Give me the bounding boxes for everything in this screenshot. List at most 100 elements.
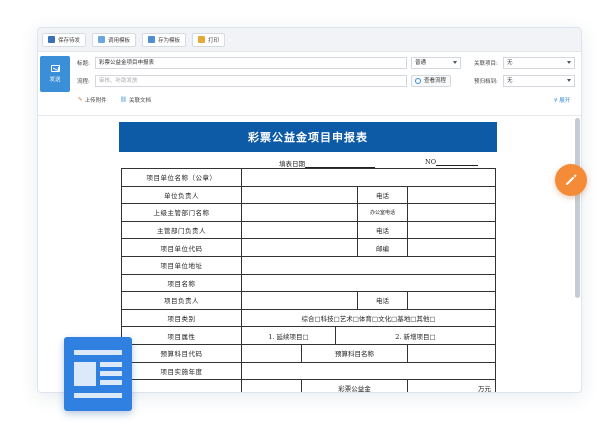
project-head-value[interactable]: [241, 291, 358, 310]
project-phone-value[interactable]: [407, 291, 496, 310]
link-icon: ⛓: [120, 97, 127, 103]
postcode-label: 邮编: [357, 238, 408, 257]
print-label: 打印: [208, 37, 220, 44]
project-category-label: 项目类别: [121, 308, 242, 328]
project-year-label: 项目实施年度: [121, 361, 242, 381]
related-doc-label: 关联文档: [128, 98, 151, 104]
budget-name-label: 预算科目名称: [301, 343, 408, 363]
print-button[interactable]: 打印: [192, 32, 226, 47]
application-table: 项目单位名称（公章） 单位负责人 电话 上级主管部门名称 办公室电话 主管部门负…: [121, 168, 496, 392]
table-row: 项目单位代码 邮编: [121, 238, 496, 257]
upload-attachment-link[interactable]: ✎ 上传附件: [78, 96, 107, 104]
funding-sub-cell: [241, 379, 302, 392]
dept-head-value[interactable]: [241, 220, 358, 240]
budget-name-value[interactable]: [407, 343, 496, 363]
priority-value: 普通: [415, 60, 427, 66]
doc-number: NO: [425, 158, 479, 166]
budget-code-value[interactable]: [241, 343, 302, 363]
save-template-icon: [148, 36, 156, 43]
office-phone-label: 办公室电话: [357, 203, 408, 222]
use-template-button[interactable]: 调用模板: [92, 32, 137, 47]
archive-value: 无: [507, 78, 513, 84]
no-label: NO: [425, 158, 437, 166]
project-attribute-label: 项目属性: [121, 326, 242, 345]
unit-head-value[interactable]: [241, 185, 358, 205]
table-row: 项目属性 1. 延续项目□ 2. 新增项目□: [121, 326, 496, 345]
save-draft-label: 保存待发: [58, 37, 81, 44]
send-label: 发送: [49, 77, 61, 83]
superior-dept-value[interactable]: [241, 203, 358, 222]
dept-phone-value[interactable]: [407, 220, 496, 240]
flow-label: 流程:: [77, 79, 90, 85]
office-phone-value[interactable]: [407, 203, 496, 222]
dept-head-label: 主管部门负责人: [121, 220, 242, 240]
send-button[interactable]: 发送: [40, 56, 70, 92]
fill-date: 填表日期: [279, 158, 375, 168]
archive-select[interactable]: 无: [503, 75, 575, 87]
table-row: 项目负责人 电话: [121, 291, 496, 310]
view-flow-button[interactable]: 查看流程: [411, 75, 452, 87]
table-row: 主管部门负责人 电话: [121, 220, 496, 240]
table-row: 项目单位地址: [121, 255, 496, 275]
table-row: 上级主管部门名称 办公室电话: [121, 203, 496, 222]
save-icon: [48, 36, 55, 43]
vertical-scrollbar[interactable]: [575, 118, 580, 298]
template-icon: [98, 36, 106, 43]
related-project-label: 关联项目:: [474, 61, 498, 67]
wan-yuan-label: 万元: [407, 379, 496, 392]
use-template-label: 调用模板: [108, 37, 131, 44]
print-icon: [198, 36, 206, 43]
double-chevron-down-icon: ¥: [554, 98, 558, 104]
table-row: 项目类别 综合□科技□艺术□体育□文化□基地□其他□: [121, 308, 496, 328]
unit-address-value[interactable]: [241, 255, 496, 275]
upload-attachment-label: 上传附件: [84, 98, 107, 104]
unit-name-value[interactable]: [241, 168, 496, 187]
document-page: 彩票公益金项目申报表 填表日期 NO 项目单位名称（公章） 单位负责人 电话 上…: [119, 122, 497, 392]
project-head-label: 项目负责人: [121, 291, 242, 310]
unit-code-label: 项目单位代码: [121, 238, 242, 257]
priority-select[interactable]: 普通: [411, 57, 461, 69]
unit-code-value[interactable]: [241, 238, 358, 257]
related-doc-link[interactable]: ⛓ 关联文档: [120, 96, 151, 104]
project-name-label: 项目名称: [121, 273, 242, 293]
save-draft-button[interactable]: 保存待发: [42, 32, 87, 47]
table-row: 预算科目代码 预算科目名称: [121, 343, 496, 363]
chevron-down-icon: [567, 79, 571, 82]
budget-code-label: 预算科目代码: [121, 343, 242, 363]
toolbar: 保存待发 调用模板 存为模板 打印: [38, 28, 581, 52]
project-category-options[interactable]: 综合□科技□艺术□体育□文化□基地□其他□: [241, 308, 496, 328]
paperclip-icon: ✎: [78, 97, 83, 103]
send-icon: [50, 65, 60, 72]
expand-label: 展开: [559, 98, 571, 104]
title-label: 标题:: [77, 61, 90, 67]
project-name-value[interactable]: [241, 273, 496, 293]
superior-dept-label: 上级主管部门名称: [121, 203, 242, 222]
document-layout-icon: [64, 337, 132, 411]
attribute-option-new[interactable]: 2. 新增项目□: [335, 326, 496, 345]
view-flow-label: 查看流程: [424, 78, 447, 84]
archive-label: 预归档到:: [474, 79, 498, 85]
table-row: 单位负责人 电话: [121, 185, 496, 205]
phone-value[interactable]: [407, 185, 496, 205]
expand-toggle[interactable]: ¥ 展开: [554, 96, 570, 104]
table-row: 项目名称: [121, 273, 496, 293]
flow-icon: [415, 78, 421, 84]
edit-button[interactable]: [555, 164, 587, 196]
save-as-template-label: 存为模板: [158, 37, 181, 44]
unit-name-label: 项目单位名称（公章）: [121, 168, 242, 187]
phone-label-2: 电话: [357, 220, 408, 240]
save-as-template-button[interactable]: 存为模板: [142, 32, 187, 47]
attribute-option-continuing[interactable]: 1. 延续项目□: [241, 326, 336, 345]
postcode-value[interactable]: [407, 238, 496, 257]
title-input[interactable]: 彩票公益金项目申报表: [95, 57, 407, 69]
related-project-select[interactable]: 无: [503, 57, 575, 69]
table-row: 项目实施年度: [121, 361, 496, 381]
project-year-value[interactable]: [241, 361, 496, 381]
unit-address-label: 项目单位地址: [121, 255, 242, 275]
table-row: 彩票公益金 万元: [121, 379, 496, 392]
form-area: 发送 标题: 彩票公益金项目申报表 普通 关联项目: 无 流程: 审核、补助发放…: [38, 52, 581, 116]
document-title: 彩票公益金项目申报表: [119, 122, 497, 152]
flow-input[interactable]: 审核、补助发放: [95, 75, 407, 87]
table-row: 项目单位名称（公章）: [121, 168, 496, 187]
phone-label-3: 电话: [357, 291, 408, 310]
